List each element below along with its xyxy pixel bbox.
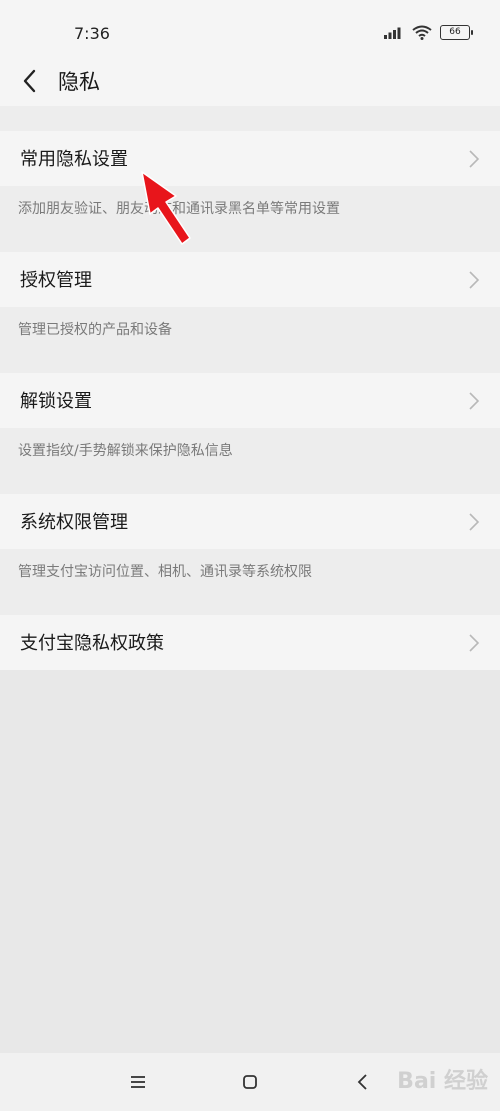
description-text: 管理已授权的产品和设备 bbox=[18, 322, 172, 338]
home-icon[interactable] bbox=[239, 1071, 261, 1093]
section-common-privacy: 常用隐私设置 添加朋友验证、朋友动态和通讯录黑名单等常用设置 bbox=[0, 131, 500, 228]
section-privacy-policy: 支付宝隐私权政策 bbox=[0, 615, 500, 670]
menu-item-description: 添加朋友验证、朋友动态和通讯录黑名单等常用设置 bbox=[0, 186, 500, 228]
menu-item-common-privacy[interactable]: 常用隐私设置 bbox=[0, 131, 500, 186]
status-bar: 7:36 66 bbox=[0, 0, 500, 58]
description-text: 管理支付宝访问位置、相机、通讯录等系统权限 bbox=[18, 564, 312, 580]
menu-item-label: 解锁设置 bbox=[20, 391, 92, 412]
menu-item-unlock[interactable]: 解锁设置 bbox=[0, 373, 500, 428]
menu-item-system-permissions[interactable]: 系统权限管理 bbox=[0, 494, 500, 549]
back-icon[interactable] bbox=[352, 1071, 374, 1093]
section-unlock: 解锁设置 设置指纹/手势解锁来保护隐私信息 bbox=[0, 373, 500, 470]
chevron-right-icon bbox=[469, 634, 480, 652]
watermark: Bai 经验 bbox=[397, 1069, 488, 1094]
menu-item-authorization[interactable]: 授权管理 bbox=[0, 252, 500, 307]
menu-icon[interactable] bbox=[127, 1071, 149, 1093]
back-arrow-icon[interactable] bbox=[18, 66, 44, 96]
menu-item-description: 管理已授权的产品和设备 bbox=[0, 307, 500, 349]
menu-item-label: 系统权限管理 bbox=[20, 512, 128, 533]
status-time: 7:36 bbox=[74, 24, 110, 43]
section-system-permissions: 系统权限管理 管理支付宝访问位置、相机、通讯录等系统权限 bbox=[0, 494, 500, 591]
menu-item-description: 设置指纹/手势解锁来保护隐私信息 bbox=[0, 428, 500, 470]
description-text: 设置指纹/手势解锁来保护隐私信息 bbox=[18, 443, 233, 459]
chevron-right-icon bbox=[469, 271, 480, 289]
menu-item-label: 授权管理 bbox=[20, 270, 92, 291]
section-authorization: 授权管理 管理已授权的产品和设备 bbox=[0, 252, 500, 349]
status-icons: 66 bbox=[384, 25, 473, 40]
menu-item-privacy-policy[interactable]: 支付宝隐私权政策 bbox=[0, 615, 500, 670]
chevron-right-icon bbox=[469, 513, 480, 531]
system-navigation-bar: Bai 经验 bbox=[0, 1053, 500, 1111]
signal-icon bbox=[384, 27, 401, 39]
empty-area bbox=[0, 670, 500, 1053]
red-arrow-annotation bbox=[141, 171, 191, 245]
menu-item-label: 常用隐私设置 bbox=[20, 149, 128, 170]
battery-icon: 66 bbox=[440, 25, 473, 40]
menu-item-label: 支付宝隐私权政策 bbox=[20, 633, 164, 654]
page-title: 隐私 bbox=[58, 70, 100, 94]
navigation-bar: 隐私 bbox=[0, 58, 500, 106]
menu-item-description: 管理支付宝访问位置、相机、通讯录等系统权限 bbox=[0, 549, 500, 591]
chevron-right-icon bbox=[469, 392, 480, 410]
chevron-right-icon bbox=[469, 150, 480, 168]
wifi-icon bbox=[412, 25, 432, 40]
